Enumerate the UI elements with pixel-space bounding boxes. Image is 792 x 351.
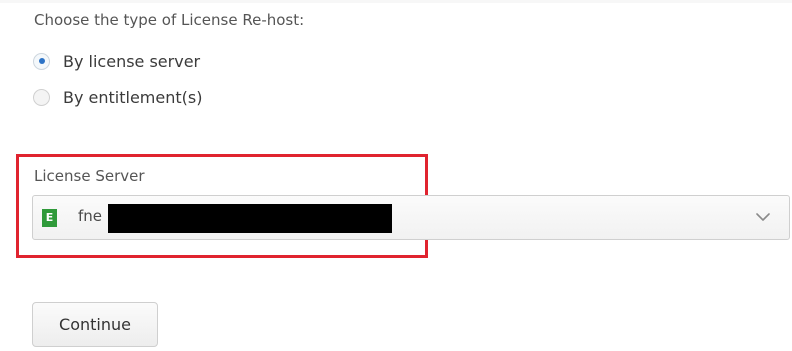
rehost-type-prompt: Choose the type of License Re-host: [34, 11, 305, 29]
license-server-badge-icon: E [42, 209, 57, 227]
radio-dot-icon [38, 58, 45, 64]
license-server-label: License Server [34, 167, 145, 185]
continue-button[interactable]: Continue [32, 302, 158, 347]
redaction-bar [108, 204, 392, 233]
radio-option-label: By entitlement(s) [63, 87, 203, 107]
radio-option-by-entitlements[interactable]: By entitlement(s) [33, 86, 202, 108]
top-edge-strip [0, 0, 792, 3]
license-server-value: fne [78, 207, 103, 225]
radio-option-by-license-server[interactable]: By license server [33, 50, 200, 72]
radio-option-label: By license server [63, 51, 201, 71]
radio-selected-icon[interactable] [33, 52, 50, 70]
radio-unselected-icon[interactable] [33, 88, 50, 106]
chevron-down-icon[interactable] [755, 211, 771, 223]
license-server-select[interactable]: E fne [32, 195, 790, 240]
